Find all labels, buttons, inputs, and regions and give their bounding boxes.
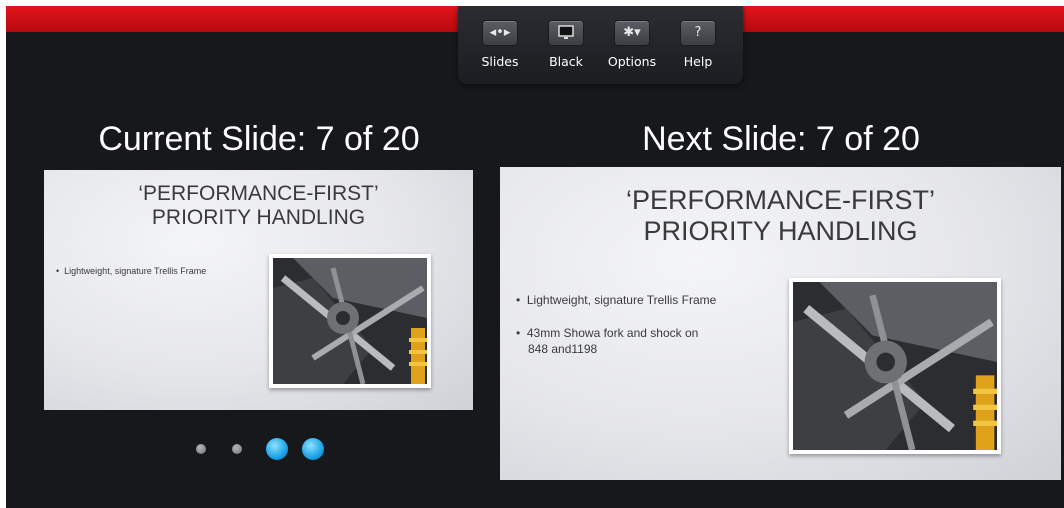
slides-button[interactable]: ◂•▸ Slides: [470, 20, 530, 69]
help-icon: ?: [680, 20, 716, 46]
options-button[interactable]: ✱▾ Options: [602, 20, 662, 69]
page-dot-3[interactable]: [266, 438, 288, 460]
current-slide-title-line1: ‘PERFORMANCE-FIRST’: [138, 182, 379, 205]
next-slide-title-line2: PRIORITY HANDLING: [643, 216, 918, 246]
presenter-display: ◂•▸ Slides Black ✱▾ Options ? Help Curre…: [6, 6, 1064, 508]
black-button-label: Black: [549, 54, 583, 69]
monitor-icon: [548, 20, 584, 46]
help-button-label: Help: [683, 54, 713, 69]
next-slide-heading: Next Slide: 7 of 20: [642, 120, 920, 158]
next-slide-preview: ‘PERFORMANCE-FIRST’ PRIORITY HANDLING • …: [500, 167, 1061, 480]
motorcycle-frame-photo-large: [789, 278, 1001, 454]
next-slide-bullet-1: • Lightweight, signature Trellis Frame: [516, 293, 717, 307]
next-slide-title: ‘PERFORMANCE-FIRST’ PRIORITY HANDLING: [500, 185, 1061, 247]
current-slide-bullet: • Lightweight, signature Trellis Frame: [56, 266, 207, 276]
gear-icon: ✱▾: [614, 20, 650, 46]
options-button-label: Options: [607, 54, 657, 69]
presenter-toolbar: ◂•▸ Slides Black ✱▾ Options ? Help: [458, 6, 743, 84]
help-button[interactable]: ? Help: [668, 20, 728, 69]
next-slide-bullet-2: • 43mm Showa fork and shock on 848 and119…: [516, 326, 699, 356]
page-dot-4[interactable]: [302, 438, 324, 460]
black-button[interactable]: Black: [536, 20, 596, 69]
current-slide-heading: Current Slide: 7 of 20: [98, 120, 420, 158]
slides-button-label: Slides: [481, 54, 519, 69]
arrows-icon: ◂•▸: [482, 20, 518, 46]
next-slide-title-line1: ‘PERFORMANCE-FIRST’: [626, 185, 935, 215]
page-dot-2[interactable]: [232, 444, 242, 454]
current-slide-title-line2: PRIORITY HANDLING: [151, 206, 366, 229]
current-slide-title: ‘PERFORMANCE-FIRST’ PRIORITY HANDLING: [44, 182, 473, 230]
current-slide-preview: ‘PERFORMANCE-FIRST’ PRIORITY HANDLING • …: [44, 170, 473, 410]
page-dot-1[interactable]: [196, 444, 206, 454]
motorcycle-frame-photo: [269, 254, 431, 388]
